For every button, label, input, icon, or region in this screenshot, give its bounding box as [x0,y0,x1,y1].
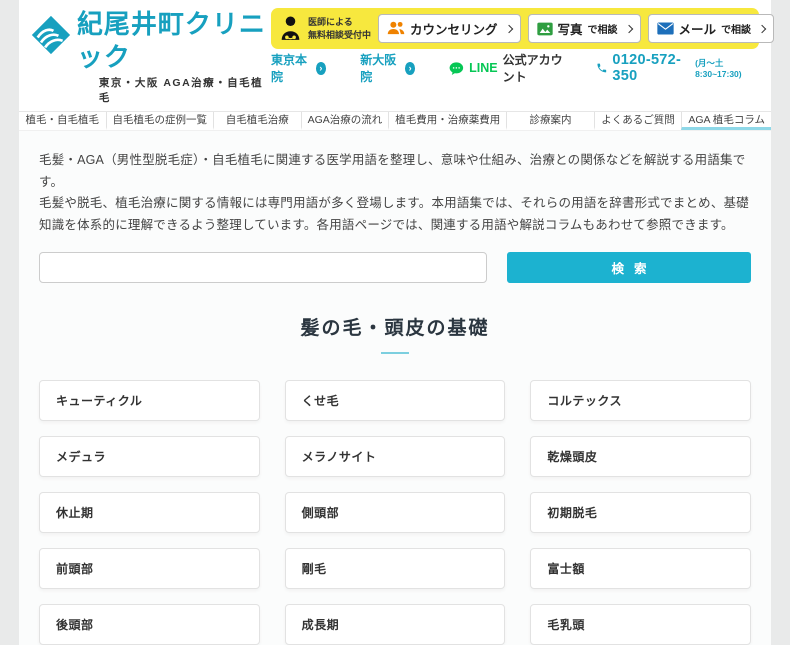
term-card[interactable]: 側頭部 [285,492,506,533]
intro-paragraph-1: 毛髪・AGA（男性型脱毛症）・自毛植毛に関連する医学用語を整理し、意味や仕組み、… [39,150,751,193]
shin-osaka-clinic-link[interactable]: 新大阪院 › [360,51,415,85]
nav-tab-3[interactable]: 自毛植毛治療 [213,112,301,130]
chevron-right-icon [504,24,512,32]
mail-consult-button[interactable]: メール で相談 [648,14,775,43]
line-icon [449,60,464,77]
main-content: 毛髪・AGA（男性型脱毛症）・自毛植毛に関連する医学用語を整理し、意味や仕組み、… [19,131,771,645]
nav-tab-7[interactable]: よくあるご質問 [594,112,682,130]
people-icon [387,21,405,36]
mail-icon [657,22,674,35]
logo-tagline: 東京・大阪 AGA治療・自毛植毛 [77,75,271,105]
doctor-icon [278,15,303,42]
photo-label-suffix: で相談 [588,21,618,36]
photo-consult-button[interactable]: 写真 で相談 [528,14,641,43]
counseling-button[interactable]: カウンセリング [378,14,521,43]
nav-tab-2[interactable]: 自毛植毛の症例一覧 [106,112,214,130]
shin-osaka-clinic-label: 新大阪院 [360,51,400,85]
arrow-circle-icon: › [405,62,416,75]
term-card[interactable]: 成長期 [285,604,506,645]
nav-tab-5[interactable]: 植毛費用・治療薬費用 [388,112,506,130]
phone-icon [596,61,608,75]
term-card[interactable]: 毛乳頭 [530,604,751,645]
header-right: 医師による 無料相談受付中 カウンセリング [271,8,759,105]
page-container: 紀尾井町クリニック 東京・大阪 AGA治療・自毛植毛 医師による 無料相 [19,0,771,593]
term-card[interactable]: メラノサイト [285,436,506,477]
term-card[interactable]: 休止期 [39,492,260,533]
chevron-right-icon [758,24,766,32]
search-input[interactable] [39,252,487,283]
doctor-label-group: 医師による 無料相談受付中 [278,15,371,42]
main-nav: 植毛・自毛植毛 自毛植毛の症例一覧 自毛植毛治療 AGA治療の流れ 植毛費用・治… [19,111,771,131]
section-title-underline [381,352,409,354]
photo-label: 写真 [558,19,583,38]
consult-banner: 医師による 無料相談受付中 カウンセリング [271,8,759,49]
logo-title: 紀尾井町クリニック [77,8,271,73]
line-account-label: 公式アカウント [503,51,568,85]
term-card[interactable]: 初期脱毛 [530,492,751,533]
clinic-logo[interactable]: 紀尾井町クリニック 東京・大阪 AGA治療・自毛植毛 [31,8,271,105]
logo-text: 紀尾井町クリニック 東京・大阪 AGA治療・自毛植毛 [77,8,271,105]
nav-tab-8-active[interactable]: AGA 植毛コラム [681,112,771,130]
intro-block: 毛髪・AGA（男性型脱毛症）・自毛植毛に関連する医学用語を整理し、意味や仕組み、… [39,150,751,236]
nav-tab-6[interactable]: 診療案内 [506,112,594,130]
nav-tab-1[interactable]: 植毛・自毛植毛 [19,112,106,130]
line-account-link[interactable]: LINE 公式アカウント [449,51,567,85]
counseling-label: カウンセリング [410,19,498,38]
tokyo-clinic-label: 東京本院 [271,51,311,85]
term-card[interactable]: 前頭部 [39,548,260,589]
term-card[interactable]: 後頭部 [39,604,260,645]
search-row: 検索 [39,252,751,283]
arrow-circle-icon: › [316,62,327,75]
photo-icon [537,22,553,36]
section-title: 髪の毛・頭皮の基礎 [39,313,751,340]
phone-hours: (月〜土 8:30~17:30) [695,57,759,79]
phone-contact[interactable]: 0120-572-350 (月〜土 8:30~17:30) [596,52,759,84]
term-card[interactable]: メデュラ [39,436,260,477]
logo-mark-icon [31,10,71,60]
nav-tab-4[interactable]: AGA治療の流れ [301,112,389,130]
term-card[interactable]: 乾燥頭皮 [530,436,751,477]
intro-paragraph-2: 毛髪や脱毛、植毛治療に関する情報には専門用語が多く登場します。本用語集では、それ… [39,193,751,236]
chevron-right-icon [624,24,632,32]
mail-label: メール [679,19,717,38]
header-sub-row: 東京本院 › 新大阪院 › LINE 公式アカウント [271,58,759,78]
term-card[interactable]: コルテックス [530,380,751,421]
line-brand-label: LINE [469,61,497,75]
section-head: 髪の毛・頭皮の基礎 [39,313,751,354]
term-card[interactable]: キューティクル [39,380,260,421]
banner-label: 医師による 無料相談受付中 [308,16,371,40]
search-button[interactable]: 検索 [507,252,751,283]
terms-grid: キューティクル くせ毛 コルテックス メデュラ メラノサイト 乾燥頭皮 休止期 … [39,380,751,645]
mail-label-suffix: で相談 [721,21,751,36]
term-card[interactable]: くせ毛 [285,380,506,421]
tokyo-clinic-link[interactable]: 東京本院 › [271,51,326,85]
term-card[interactable]: 剛毛 [285,548,506,589]
header: 紀尾井町クリニック 東京・大阪 AGA治療・自毛植毛 医師による 無料相 [19,0,771,105]
term-card[interactable]: 富士額 [530,548,751,589]
phone-number: 0120-572-350 [612,52,690,84]
